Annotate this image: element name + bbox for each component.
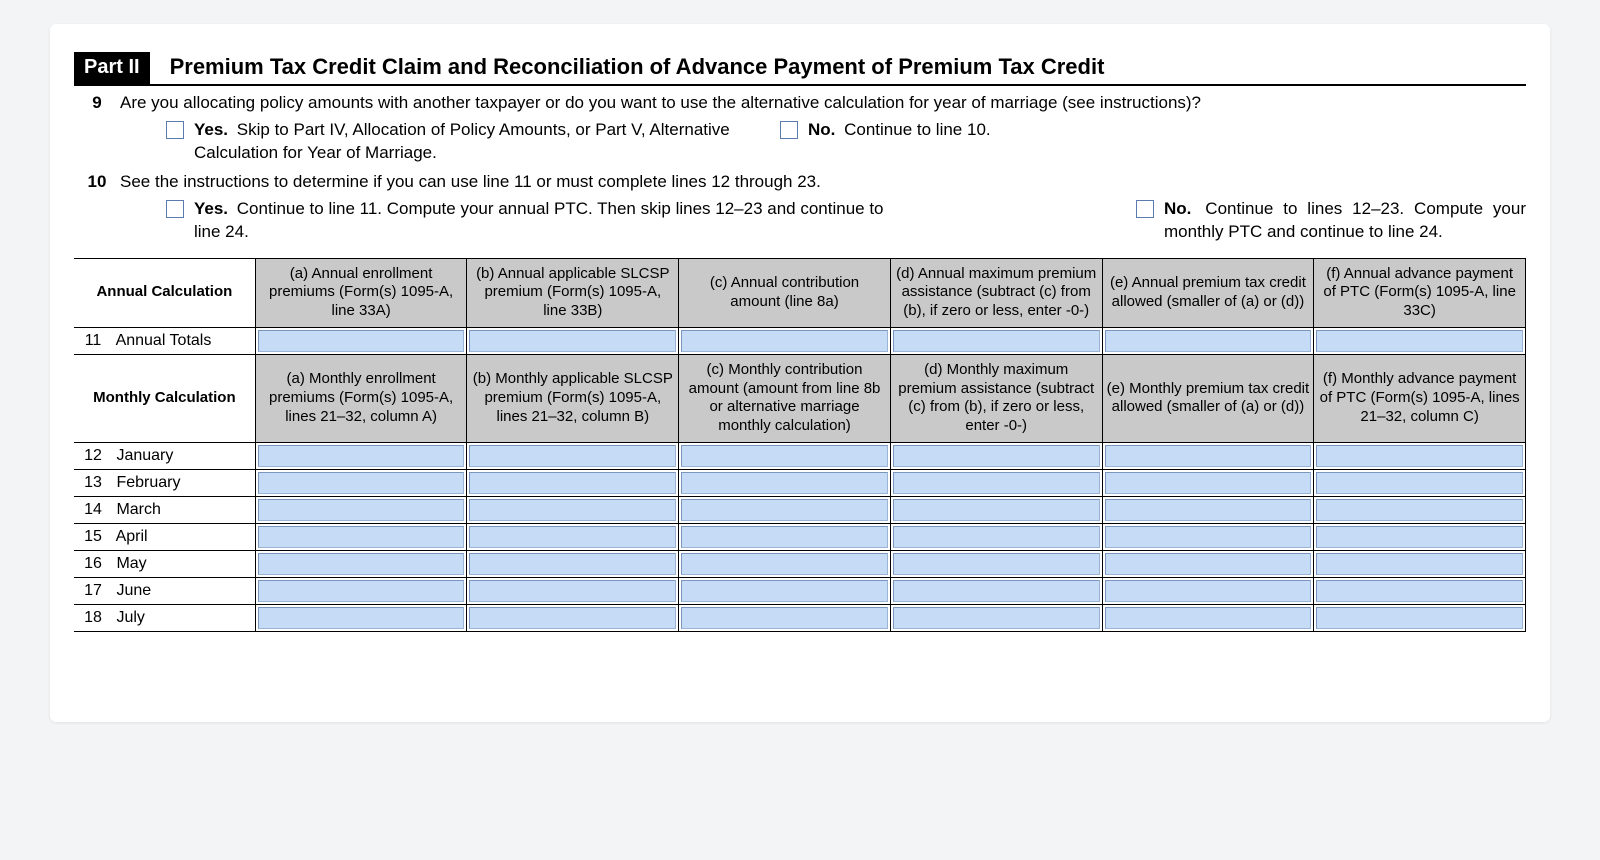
line-11-row: 11 Annual Totals [74,327,1526,354]
row-label: 15 April [74,523,255,550]
row-label: 11 Annual Totals [74,327,255,354]
amount-input[interactable] [469,499,676,521]
amount-input[interactable] [681,499,888,521]
amount-input[interactable] [1316,580,1523,602]
part-title: Premium Tax Credit Claim and Reconciliat… [170,52,1105,84]
amount-input[interactable] [258,553,465,575]
amount-input[interactable] [893,472,1100,494]
line-10-yes-option: Yes. Continue to line 11. Compute your a… [166,198,914,244]
form-8962-part-ii: Part II Premium Tax Credit Claim and Rec… [74,52,1526,632]
amount-input[interactable] [1105,580,1312,602]
part-badge: Part II [74,52,150,84]
amount-input[interactable] [469,472,676,494]
amount-input[interactable] [681,472,888,494]
amount-input[interactable] [1316,526,1523,548]
column-header-e: (e) Annual premium tax credit allowed (s… [1102,258,1314,327]
amount-input[interactable] [1105,526,1312,548]
amount-input[interactable] [1316,472,1523,494]
month-row-15: 15 April [74,523,1526,550]
amount-input[interactable] [1105,553,1312,575]
column-header-d: (d) Annual maximum premium assistance (s… [890,258,1102,327]
amount-input[interactable] [469,607,676,629]
calculation-table: Annual Calculation(a) Annual enrollment … [74,258,1526,632]
amount-input[interactable] [893,499,1100,521]
column-header-d: (d) Monthly maximum premium assistance (… [890,354,1102,442]
amount-input[interactable] [1105,472,1312,494]
line-9: 9 Are you allocating policy amounts with… [74,92,1526,165]
column-header-a: (a) Monthly enrollment premiums (Form(s)… [255,354,467,442]
column-header-b: (b) Monthly applicable SLCSP premium (Fo… [467,354,679,442]
line-10-no-option: No. Continue to lines 12–23. Compute you… [1136,198,1526,244]
month-row-12: 12 January [74,442,1526,469]
amount-input[interactable] [469,553,676,575]
amount-input[interactable] [1316,445,1523,467]
amount-input[interactable] [1105,607,1312,629]
line-9-no-option: No. Continue to line 10. [780,119,991,142]
column-header-f: (f) Monthly advance payment of PTC (Form… [1314,354,1526,442]
amount-input[interactable] [258,445,465,467]
row-header: Annual Calculation [74,258,255,327]
amount-input[interactable] [893,607,1100,629]
amount-input[interactable] [893,580,1100,602]
amount-input[interactable] [681,553,888,575]
annual-header-row: Annual Calculation(a) Annual enrollment … [74,258,1526,327]
amount-input[interactable] [469,445,676,467]
checkbox-icon[interactable] [166,121,184,139]
amount-input[interactable] [1105,445,1312,467]
amount-input[interactable] [1316,553,1523,575]
amount-input[interactable] [681,580,888,602]
month-row-18: 18 July [74,604,1526,631]
row-label: 13 February [74,469,255,496]
monthly-header-row: Monthly Calculation(a) Monthly enrollmen… [74,354,1526,442]
line-9-question: Are you allocating policy amounts with a… [120,92,1526,115]
amount-input[interactable] [258,580,465,602]
month-row-14: 14 March [74,496,1526,523]
amount-input[interactable] [681,330,888,352]
amount-input[interactable] [893,553,1100,575]
amount-input[interactable] [258,607,465,629]
amount-input[interactable] [469,330,676,352]
column-header-f: (f) Annual advance payment of PTC (Form(… [1314,258,1526,327]
month-row-16: 16 May [74,550,1526,577]
column-header-a: (a) Annual enrollment premiums (Form(s) … [255,258,467,327]
line-10-question: See the instructions to determine if you… [120,171,1526,194]
month-row-17: 17 June [74,577,1526,604]
amount-input[interactable] [1105,330,1312,352]
section-header: Part II Premium Tax Credit Claim and Rec… [74,52,1526,86]
line-10: 10 See the instructions to determine if … [74,171,1526,244]
amount-input[interactable] [681,607,888,629]
column-header-e: (e) Monthly premium tax credit allowed (… [1102,354,1314,442]
amount-input[interactable] [1316,499,1523,521]
row-label: 18 July [74,604,255,631]
row-label: 14 March [74,496,255,523]
checkbox-icon[interactable] [1136,200,1154,218]
amount-input[interactable] [681,526,888,548]
amount-input[interactable] [1105,499,1312,521]
amount-input[interactable] [258,526,465,548]
column-header-c: (c) Annual contribution amount (line 8a) [679,258,891,327]
amount-input[interactable] [258,330,465,352]
amount-input[interactable] [681,445,888,467]
amount-input[interactable] [1316,607,1523,629]
row-label: 16 May [74,550,255,577]
row-label: 17 June [74,577,255,604]
amount-input[interactable] [893,526,1100,548]
amount-input[interactable] [258,472,465,494]
amount-input[interactable] [258,499,465,521]
checkbox-icon[interactable] [166,200,184,218]
amount-input[interactable] [469,580,676,602]
amount-input[interactable] [469,526,676,548]
line-number: 9 [74,92,120,165]
line-9-yes-option: Yes. Skip to Part IV, Allocation of Poli… [166,119,754,165]
column-header-b: (b) Annual applicable SLCSP premium (For… [467,258,679,327]
row-header: Monthly Calculation [74,354,255,442]
amount-input[interactable] [893,445,1100,467]
amount-input[interactable] [1316,330,1523,352]
line-number: 10 [74,171,120,244]
month-row-13: 13 February [74,469,1526,496]
amount-input[interactable] [893,330,1100,352]
column-header-c: (c) Monthly contribution amount (amount … [679,354,891,442]
row-label: 12 January [74,442,255,469]
checkbox-icon[interactable] [780,121,798,139]
